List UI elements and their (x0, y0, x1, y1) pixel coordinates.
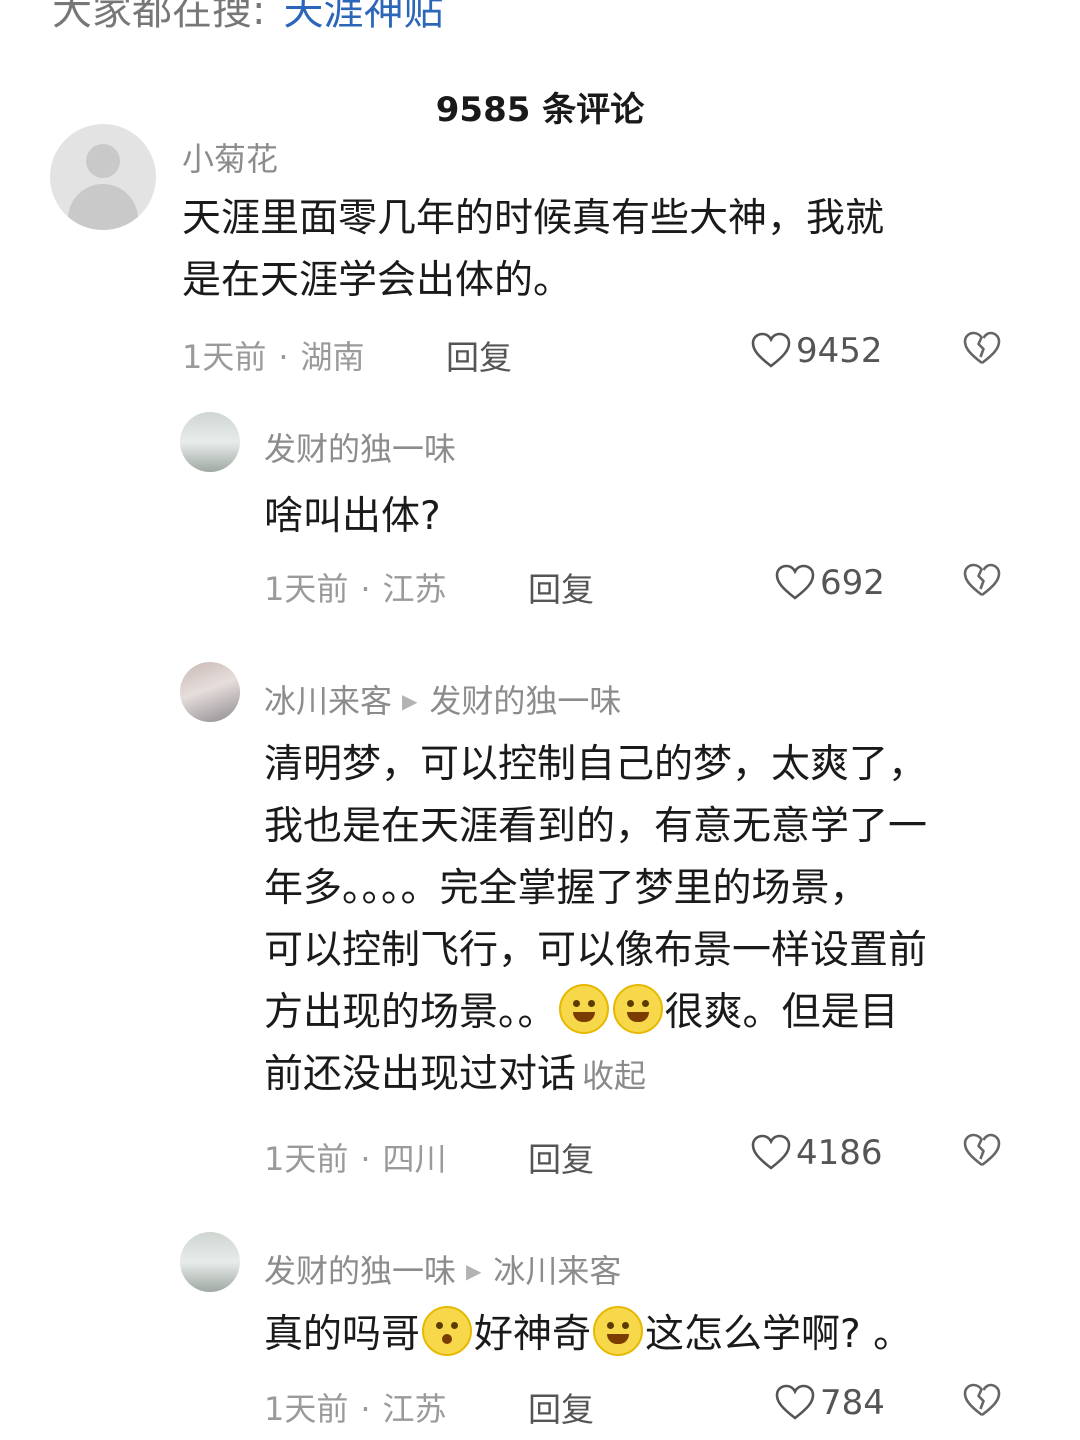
comment-text-line: 清明梦，可以控制自己的梦，太爽了， (264, 742, 928, 787)
broken-heart-icon[interactable] (962, 330, 1002, 366)
comment-text-line: 啥叫出体? (264, 494, 441, 539)
heart-outline-icon (775, 564, 815, 600)
comment-text: 清明梦，可以控制自己的梦，太爽了， 我也是在天涯看到的，有意无意学了一 年多。。… (264, 734, 1044, 1107)
pleading-emoji-icon (422, 1305, 473, 1356)
comment-meta: 1天前 · 江苏 (264, 1390, 447, 1428)
comment-username[interactable]: 发财的独一味 (264, 424, 456, 470)
smile-emoji-icon (593, 1305, 644, 1356)
reply-button[interactable]: 回复 (528, 1383, 594, 1431)
comment-text-segment: 很爽。但是目 (664, 990, 899, 1035)
reply-button[interactable]: 回复 (446, 331, 512, 379)
comment-text-segment: 方出现的场景。。 (264, 990, 557, 1035)
comment-text-segment: 好神奇 (474, 1312, 592, 1357)
avatar[interactable] (180, 662, 240, 722)
broken-heart-icon[interactable] (962, 562, 1002, 598)
search-hint[interactable]: 大家都在搜: 天涯神贴 (52, 0, 443, 36)
comment-username: 冰川来客 ▶ 发财的独一味 (264, 676, 621, 722)
comment-text-line: 可以控制飞行，可以像布景一样设置前 (264, 928, 928, 973)
comment-location: 江苏 (382, 570, 447, 608)
like-button[interactable]: 4186 (750, 1133, 883, 1174)
reply-button[interactable]: 回复 (528, 1133, 594, 1181)
comment-meta: 1天前 · 湖南 (182, 338, 365, 376)
comment-username[interactable]: 冰川来客 (264, 682, 392, 720)
comment-text-line: 年多。。。。完全掌握了梦里的场景， (264, 866, 869, 911)
collapse-button[interactable]: 收起 (582, 1057, 646, 1095)
search-hint-prefix: 大家都在搜: (52, 0, 266, 34)
avatar[interactable] (180, 1232, 240, 1292)
reply-button[interactable]: 回复 (528, 563, 594, 611)
like-count: 692 (820, 563, 885, 603)
comment-text-line: 是在天涯学会出体的。 (182, 258, 573, 303)
comment-text: 真的吗哥 好神奇 这怎么学啊? 。 (264, 1304, 1044, 1366)
comment-username[interactable]: 小菊花 (182, 134, 278, 180)
comment-text-segment: 真的吗哥 (264, 1312, 421, 1357)
comment-time: 1天前 (264, 1140, 349, 1178)
comment-time: 1天前 (182, 338, 267, 376)
triangle-arrow-icon: ▶ (466, 1259, 482, 1283)
comment-text-line: 方出现的场景。。 很爽。但是目 (264, 982, 1044, 1044)
like-button[interactable]: 692 (774, 563, 885, 604)
heart-outline-icon (775, 1384, 815, 1420)
heart-outline-icon (751, 1134, 791, 1170)
comment-text-line: 前还没出现过对话 收起 (264, 1044, 1044, 1107)
comment-meta: 1天前 · 江苏 (264, 570, 447, 608)
default-avatar-icon[interactable] (50, 124, 156, 230)
comment-text-line: 天涯里面零几年的时候真有些大神，我就 (182, 196, 885, 241)
comment-time: 1天前 (264, 570, 349, 608)
heart-outline-icon (751, 332, 791, 368)
comment-text-line: 我也是在天涯看到的，有意无意学了一 (264, 804, 928, 849)
grin-emoji-icon (612, 983, 663, 1034)
comment-time: 1天前 (264, 1390, 349, 1428)
comment-text-line: 真的吗哥 好神奇 这怎么学啊? 。 (264, 1304, 1044, 1366)
comment-username: 发财的独一味 ▶ 冰川来客 (264, 1246, 621, 1292)
comments-count: 9585 条评论 (435, 90, 645, 130)
search-hint-term[interactable]: 天涯神贴 (283, 0, 443, 34)
like-count: 4186 (796, 1133, 883, 1173)
like-button[interactable]: 784 (774, 1383, 885, 1424)
comment-location: 江苏 (382, 1390, 447, 1428)
comment-text: 天涯里面零几年的时候真有些大神，我就 是在天涯学会出体的。 (182, 188, 1042, 312)
triangle-arrow-icon: ▶ (402, 689, 418, 713)
comment-text: 啥叫出体? (264, 486, 1024, 548)
reply-to-username[interactable]: 发财的独一味 (429, 682, 621, 720)
broken-heart-icon[interactable] (962, 1132, 1002, 1168)
comment-location: 四川 (382, 1140, 447, 1178)
like-count: 9452 (796, 331, 883, 371)
broken-heart-icon[interactable] (962, 1382, 1002, 1418)
comment-meta: 1天前 · 四川 (264, 1140, 447, 1178)
comment-location: 湖南 (300, 338, 365, 376)
reply-to-username[interactable]: 冰川来客 (493, 1252, 621, 1290)
avatar[interactable] (180, 412, 240, 472)
comment-username[interactable]: 发财的独一味 (264, 1252, 456, 1290)
like-button[interactable]: 9452 (750, 331, 883, 372)
grin-emoji-icon (558, 983, 609, 1034)
comment-text-segment: 前还没出现过对话 (264, 1052, 577, 1097)
comment-text-segment: 这怎么学啊? 。 (645, 1312, 913, 1357)
like-count: 784 (820, 1383, 885, 1423)
